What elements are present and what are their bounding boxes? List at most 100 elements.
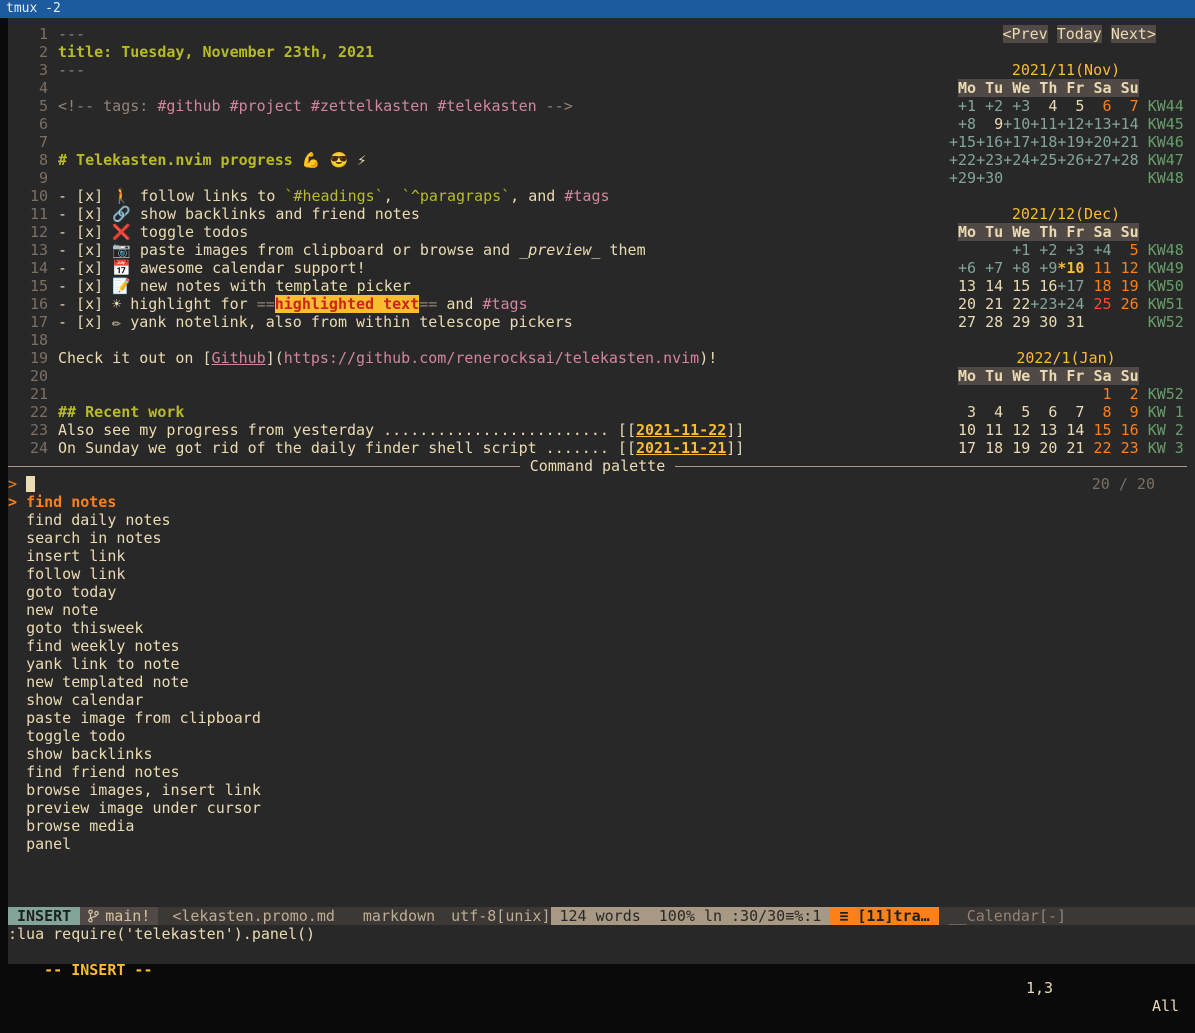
calendar-day[interactable]: 20 bbox=[949, 295, 976, 313]
calendar-day[interactable]: +26 bbox=[1057, 151, 1084, 169]
palette-item[interactable]: find daily notes bbox=[8, 511, 1195, 529]
calendar-day[interactable]: 9 bbox=[976, 115, 1003, 133]
palette-item[interactable]: yank link to note bbox=[8, 655, 1195, 673]
calendar-day[interactable]: 6 bbox=[1084, 97, 1111, 115]
palette-item[interactable]: show calendar bbox=[8, 691, 1195, 709]
calendar-day[interactable]: 16 bbox=[1112, 421, 1139, 439]
calendar-day[interactable]: 2 bbox=[1112, 385, 1139, 403]
calendar-day[interactable]: +28 bbox=[1112, 151, 1139, 169]
palette-prompt-input[interactable]: > 20 / 20 bbox=[8, 475, 1195, 493]
calendar-day[interactable]: +18 bbox=[1030, 133, 1057, 151]
calendar-day[interactable]: +8 bbox=[949, 115, 976, 133]
calendar-day[interactable]: +22 bbox=[949, 151, 976, 169]
calendar-day[interactable]: 19 bbox=[1003, 439, 1030, 457]
palette-item[interactable]: show backlinks bbox=[8, 745, 1195, 763]
calendar-day[interactable]: 20 bbox=[1030, 439, 1057, 457]
calendar-day[interactable]: 17 bbox=[949, 439, 976, 457]
calendar-day[interactable]: +1 bbox=[1003, 241, 1030, 259]
calendar-day[interactable]: +20 bbox=[1084, 133, 1111, 151]
calendar-day[interactable]: 8 bbox=[1084, 403, 1111, 421]
calendar-day[interactable]: 5 bbox=[1057, 97, 1084, 115]
calendar-day[interactable]: +23 bbox=[976, 151, 1003, 169]
palette-item[interactable]: goto thisweek bbox=[8, 619, 1195, 637]
calendar-day[interactable]: +4 bbox=[1084, 241, 1111, 259]
calendar-day[interactable]: +6 bbox=[949, 259, 976, 277]
calendar-day[interactable]: 29 bbox=[1003, 313, 1030, 331]
calendar-nav-button[interactable]: Today bbox=[1057, 25, 1102, 43]
calendar-day[interactable]: 4 bbox=[976, 403, 1003, 421]
calendar-day[interactable]: 13 bbox=[1030, 421, 1057, 439]
calendar-day[interactable]: +2 bbox=[976, 97, 1003, 115]
calendar-day[interactable]: 11 bbox=[1084, 259, 1111, 277]
calendar-day[interactable]: 30 bbox=[1030, 313, 1057, 331]
calendar-day[interactable]: 13 bbox=[949, 277, 976, 295]
calendar-day[interactable]: +2 bbox=[1030, 241, 1057, 259]
calendar-day[interactable]: +23 bbox=[1030, 295, 1057, 313]
calendar-day[interactable]: 14 bbox=[976, 277, 1003, 295]
palette-item[interactable]: browse images, insert link bbox=[8, 781, 1195, 799]
calendar-day[interactable]: 22 bbox=[1084, 439, 1111, 457]
calendar-day[interactable]: +1 bbox=[949, 97, 976, 115]
calendar-day[interactable]: +30 bbox=[976, 169, 1003, 187]
calendar-day[interactable]: 25 bbox=[1084, 295, 1111, 313]
calendar-day[interactable]: +14 bbox=[1112, 115, 1139, 133]
calendar-day[interactable]: +21 bbox=[1112, 133, 1139, 151]
palette-item[interactable]: new note bbox=[8, 601, 1195, 619]
palette-item[interactable]: insert link bbox=[8, 547, 1195, 565]
calendar-day[interactable]: 22 bbox=[1003, 295, 1030, 313]
calendar-day[interactable]: 5 bbox=[1003, 403, 1030, 421]
calendar-nav-button[interactable]: <Prev bbox=[1003, 25, 1048, 43]
calendar-day[interactable]: +24 bbox=[1057, 295, 1084, 313]
palette-item[interactable]: goto today bbox=[8, 583, 1195, 601]
palette-item[interactable]: panel bbox=[8, 835, 1195, 853]
calendar-day[interactable]: +19 bbox=[1057, 133, 1084, 151]
calendar-day[interactable]: 4 bbox=[1030, 97, 1057, 115]
calendar-day[interactable]: +8 bbox=[1003, 259, 1030, 277]
palette-item[interactable]: > find notes bbox=[8, 493, 1195, 511]
palette-item[interactable]: follow link bbox=[8, 565, 1195, 583]
calendar-day[interactable]: 11 bbox=[976, 421, 1003, 439]
palette-item[interactable]: paste image from clipboard bbox=[8, 709, 1195, 727]
calendar-day[interactable]: 21 bbox=[976, 295, 1003, 313]
calendar-day[interactable]: 23 bbox=[1112, 439, 1139, 457]
calendar-day[interactable]: 9 bbox=[1112, 403, 1139, 421]
calendar-day[interactable]: 10 bbox=[949, 421, 976, 439]
calendar-day[interactable]: +7 bbox=[976, 259, 1003, 277]
calendar-day[interactable]: 18 bbox=[976, 439, 1003, 457]
calendar-day[interactable]: 6 bbox=[1030, 403, 1057, 421]
calendar-day[interactable]: 18 bbox=[1084, 277, 1111, 295]
calendar-day[interactable]: +9 bbox=[1030, 259, 1057, 277]
palette-item[interactable]: find weekly notes bbox=[8, 637, 1195, 655]
calendar-day[interactable]: 14 bbox=[1057, 421, 1084, 439]
calendar-day[interactable]: +17 bbox=[1057, 277, 1084, 295]
palette-item[interactable]: search in notes bbox=[8, 529, 1195, 547]
calendar-day[interactable]: 27 bbox=[949, 313, 976, 331]
calendar-day[interactable]: +24 bbox=[1003, 151, 1030, 169]
calendar-day[interactable]: 31 bbox=[1057, 313, 1084, 331]
palette-item[interactable]: find friend notes bbox=[8, 763, 1195, 781]
calendar-day[interactable]: 5 bbox=[1112, 241, 1139, 259]
calendar-day[interactable]: 19 bbox=[1112, 277, 1139, 295]
calendar-day[interactable]: 12 bbox=[1112, 259, 1139, 277]
calendar-day[interactable]: +12 bbox=[1057, 115, 1084, 133]
calendar-day[interactable]: +11 bbox=[1030, 115, 1057, 133]
palette-item[interactable]: new templated note bbox=[8, 673, 1195, 691]
calendar-day[interactable]: +3 bbox=[1003, 97, 1030, 115]
calendar-day[interactable]: *10 bbox=[1057, 259, 1084, 277]
calendar-day[interactable]: +16 bbox=[976, 133, 1003, 151]
calendar-day[interactable]: 21 bbox=[1057, 439, 1084, 457]
calendar-day[interactable]: 7 bbox=[1057, 403, 1084, 421]
calendar-nav-button[interactable]: Next> bbox=[1111, 25, 1156, 43]
calendar-day[interactable]: 3 bbox=[949, 403, 976, 421]
palette-item[interactable]: browse media bbox=[8, 817, 1195, 835]
calendar-day[interactable]: +25 bbox=[1030, 151, 1057, 169]
calendar-day[interactable]: +3 bbox=[1057, 241, 1084, 259]
calendar-day[interactable]: 12 bbox=[1003, 421, 1030, 439]
calendar-day[interactable]: +27 bbox=[1084, 151, 1111, 169]
calendar-day[interactable]: +17 bbox=[1003, 133, 1030, 151]
calendar-day[interactable]: +13 bbox=[1084, 115, 1111, 133]
calendar-day[interactable]: 15 bbox=[1084, 421, 1111, 439]
calendar-day[interactable]: 26 bbox=[1112, 295, 1139, 313]
calendar-day[interactable]: 1 bbox=[1084, 385, 1111, 403]
calendar-day[interactable]: 7 bbox=[1112, 97, 1139, 115]
